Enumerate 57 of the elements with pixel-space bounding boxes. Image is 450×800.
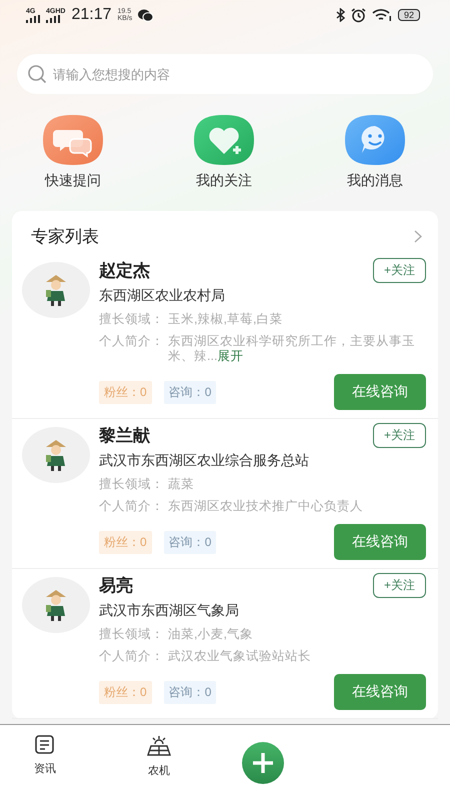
alarm-icon	[350, 8, 366, 22]
fans-count: 粉丝：0	[99, 380, 152, 404]
consult-button[interactable]: 在线咨询	[334, 524, 426, 560]
avatar	[22, 577, 90, 633]
expert-organization: 武汉市东西湖区农业综合服务总站	[99, 452, 310, 470]
expert-name: 赵定杰	[99, 260, 150, 282]
signal-icon	[46, 14, 60, 22]
field-label: 个人简介：	[99, 649, 164, 664]
smiley-bubble-icon[interactable]	[344, 114, 406, 166]
field-label: 擅长领域：	[99, 476, 164, 493]
fans-count: 粉丝：0	[99, 680, 152, 704]
plus-icon	[252, 752, 274, 774]
expert-name: 易亮	[99, 575, 133, 597]
follow-button[interactable]: +关注	[372, 423, 426, 448]
consult-button[interactable]: 在线咨询	[334, 674, 426, 710]
consult-count: 咨询：0	[164, 380, 216, 404]
chevron-right-icon[interactable]	[414, 230, 422, 243]
nav-label[interactable]: 农机	[148, 763, 170, 778]
shortcut-label[interactable]: 我的关注	[196, 172, 252, 190]
document-icon[interactable]	[34, 735, 56, 755]
shortcut-label[interactable]: 快速提问	[45, 172, 101, 190]
follow-button[interactable]: +关注	[372, 573, 426, 598]
add-button[interactable]	[242, 742, 284, 784]
avatar	[22, 427, 90, 483]
solar-panel-icon[interactable]	[146, 735, 172, 757]
clock-time: 21:17	[71, 6, 112, 24]
expert-name: 黎兰献	[99, 425, 150, 447]
heart-plus-icon[interactable]	[193, 114, 255, 166]
field-label: 擅长领域：	[99, 626, 164, 643]
signal-icon	[26, 14, 40, 22]
expand-link[interactable]: 展开	[217, 349, 244, 363]
shortcut-label[interactable]: 我的消息	[347, 172, 403, 190]
field-label: 个人简介：	[99, 499, 164, 514]
field-label: 个人简介：	[99, 334, 164, 350]
expert-intro: 东西湖区农业技术推广中心负责人	[168, 499, 363, 514]
expert-intro: 东西湖区农业科学研究所工作，主要从事玉米、辣...展开	[168, 334, 416, 364]
consult-count: 咨询：0	[164, 680, 216, 704]
expert-specialty: 玉米,辣椒,草莓,白菜	[168, 311, 282, 328]
field-label: 擅长领域：	[99, 311, 164, 328]
expert-intro: 武汉农业气象试验站站长	[168, 649, 311, 664]
nav-label[interactable]: 资讯	[34, 761, 56, 776]
expert-organization: 东西湖区农业农村局	[99, 287, 226, 305]
consult-button[interactable]: 在线咨询	[334, 374, 426, 410]
chat-bubbles-icon[interactable]	[42, 114, 104, 166]
bluetooth-icon	[336, 8, 345, 22]
expert-organization: 武汉市东西湖区气象局	[99, 602, 240, 620]
consult-count: 咨询：0	[164, 530, 216, 554]
expert-specialty: 油菜,小麦,气象	[168, 626, 253, 643]
search-icon	[27, 64, 47, 84]
expert-specialty: 蔬菜	[168, 476, 194, 493]
avatar	[22, 262, 90, 318]
section-title: 专家列表	[31, 226, 99, 248]
chat-bubbles-icon	[138, 8, 154, 22]
wifi-icon	[372, 8, 392, 22]
follow-button[interactable]: +关注	[372, 258, 426, 283]
battery-level: 92	[398, 9, 420, 21]
fans-count: 粉丝：0	[99, 530, 152, 554]
